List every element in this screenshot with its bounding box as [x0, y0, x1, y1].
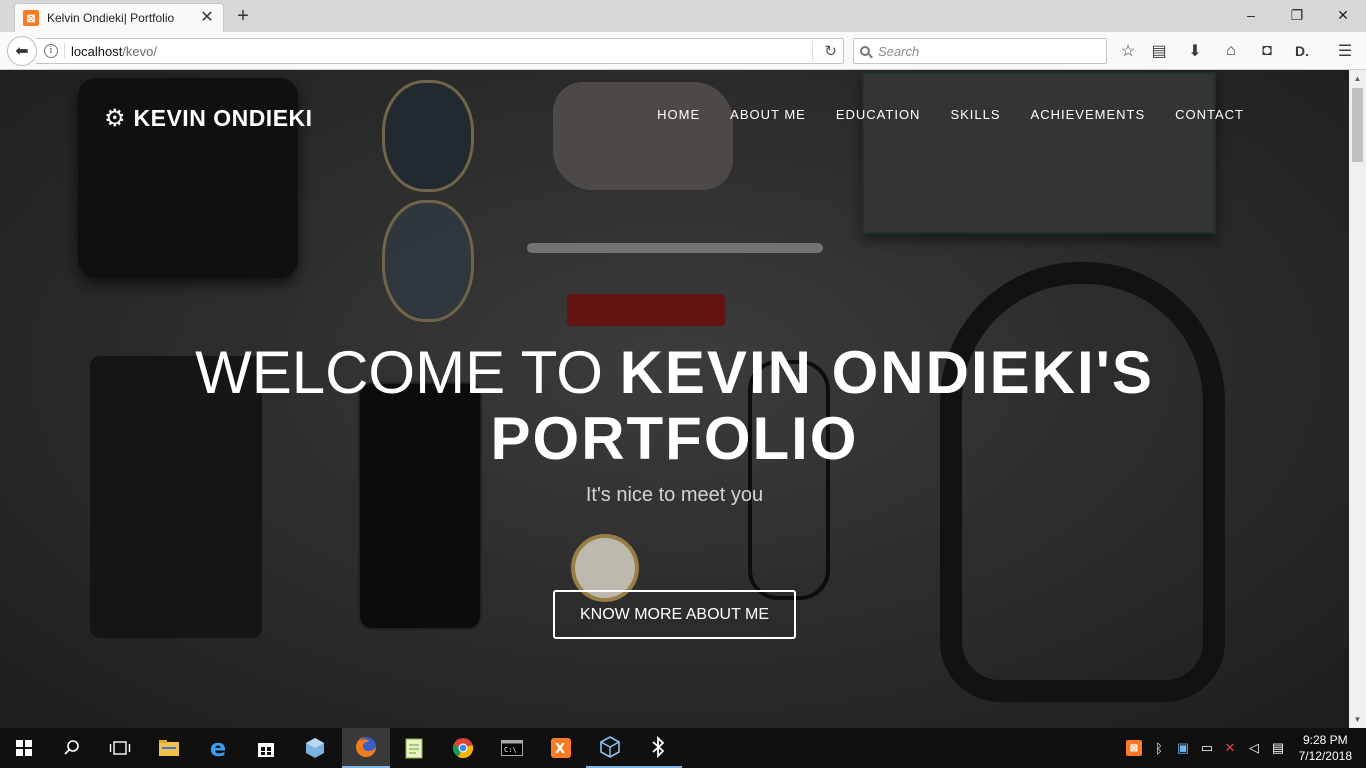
svg-text:C:\: C:\	[504, 746, 517, 754]
maximize-button[interactable]: ❐	[1274, 0, 1320, 30]
network-icon[interactable]: ✕	[1222, 740, 1238, 756]
notifications-icon[interactable]: ▤	[1270, 740, 1286, 756]
page-viewport: ⚙ KEVIN ONDIEKI HOME ABOUT ME EDUCATION …	[0, 70, 1349, 728]
bluetooth-tray-icon[interactable]: ᛒ	[1151, 740, 1167, 756]
svg-text:X: X	[555, 742, 565, 757]
scroll-up-icon[interactable]: ▲	[1349, 70, 1366, 87]
extension-icon[interactable]: D.	[1292, 41, 1312, 61]
battery-icon[interactable]: ▭	[1199, 740, 1215, 756]
hero-title-lead: WELCOME TO	[195, 339, 620, 406]
nav-home[interactable]: HOME	[657, 107, 700, 122]
virtualbox-manager-icon[interactable]	[586, 728, 634, 768]
gear-icon: ⚙	[104, 104, 126, 132]
tab-close-icon[interactable]: ✕	[199, 10, 215, 26]
download-icon[interactable]: ⬇	[1185, 41, 1205, 61]
cmd-icon[interactable]: C:\	[488, 728, 536, 768]
clock-date: 7/12/2018	[1298, 749, 1352, 763]
close-window-button[interactable]: ✕	[1320, 0, 1366, 30]
url-host: localhost	[71, 43, 123, 59]
search-placeholder: Search	[878, 43, 920, 59]
search-input[interactable]: Search	[853, 38, 1107, 64]
volume-mute-icon[interactable]: ◁	[1246, 740, 1262, 756]
url-bar[interactable]: i localhost /kevo/ ↻	[36, 38, 844, 64]
back-arrow-icon: ⬅	[15, 43, 29, 60]
nav-skills[interactable]: SKILLS	[950, 107, 1000, 122]
reading-list-icon[interactable]: ▤	[1149, 41, 1169, 61]
site-info-icon[interactable]: i	[44, 44, 58, 58]
hero-title-portfolio: PORTFOLIO	[490, 405, 859, 472]
hero-title: WELCOME TO KEVIN ONDIEKI'S PORTFOLIO	[0, 340, 1349, 472]
bookmark-star-icon[interactable]: ☆	[1118, 41, 1138, 61]
virtualbox-icon[interactable]	[291, 728, 339, 768]
notepad-plus-plus-icon[interactable]	[390, 728, 438, 768]
edge-icon[interactable]: e	[194, 728, 242, 768]
virtualbox-tray-icon[interactable]: ▣	[1175, 740, 1191, 756]
windows-start-icon[interactable]	[0, 728, 48, 768]
site-brand[interactable]: ⚙ KEVIN ONDIEKI	[104, 104, 313, 132]
url-path: /kevo/	[122, 43, 157, 59]
system-clock[interactable]: 9:28 PM 7/12/2018	[1299, 732, 1352, 764]
file-explorer-icon[interactable]	[145, 728, 193, 768]
xampp-icon[interactable]: X	[537, 728, 585, 768]
search-icon	[860, 46, 870, 56]
brand-name: KEVIN ONDIEKI	[133, 104, 313, 131]
task-view-icon[interactable]	[96, 728, 144, 768]
know-more-button[interactable]: KNOW MORE ABOUT ME	[553, 590, 796, 639]
scroll-thumb[interactable]	[1352, 88, 1363, 162]
minimize-button[interactable]: –	[1228, 0, 1274, 30]
hero-subtitle: It's nice to meet you	[585, 484, 764, 506]
taskbar: e C:\ X ⊠ ᛒ ▣ ▭ ✕ ◁ ▤ 9:28 PM 7/12/2018	[0, 728, 1366, 768]
tab-strip: ⊠ Kelvin Ondieki| Portfolio ✕ + – ❐ ✕	[0, 0, 1366, 32]
home-icon[interactable]: ⌂	[1221, 41, 1241, 61]
site-nav: HOME ABOUT ME EDUCATION SKILLS ACHIEVEME…	[627, 107, 1244, 122]
scroll-down-icon[interactable]: ▼	[1349, 711, 1366, 728]
back-button[interactable]: ⬅	[7, 36, 37, 66]
store-icon[interactable]	[242, 728, 290, 768]
nav-contact[interactable]: CONTACT	[1175, 107, 1244, 122]
clock-time: 9:28 PM	[1302, 733, 1348, 747]
chrome-icon[interactable]	[439, 728, 487, 768]
xampp-tray-icon[interactable]: ⊠	[1126, 740, 1142, 756]
search-icon[interactable]	[48, 728, 96, 768]
reload-icon[interactable]: ↻	[824, 42, 837, 60]
menu-icon[interactable]: ☰	[1335, 41, 1355, 61]
firefox-icon[interactable]	[342, 728, 390, 768]
nav-education[interactable]: EDUCATION	[836, 107, 921, 122]
nav-achievements[interactable]: ACHIEVEMENTS	[1031, 107, 1146, 122]
browser-tab[interactable]: ⊠ Kelvin Ondieki| Portfolio ✕	[14, 3, 224, 32]
nav-about-me[interactable]: ABOUT ME	[730, 107, 806, 122]
bluetooth-icon[interactable]	[634, 728, 682, 768]
tab-title: Kelvin Ondieki| Portfolio	[47, 11, 175, 25]
page-scrollbar[interactable]: ▲ ▼	[1349, 70, 1366, 728]
hero-title-name: KEVIN ONDIEKI'S	[619, 339, 1154, 406]
nav-toolbar: i localhost /kevo/ ↻ ⬅ Search ☆ ▤ ⬇ ⌂ ◘ …	[0, 32, 1366, 70]
pocket-icon[interactable]: ◘	[1257, 41, 1277, 61]
new-tab-button[interactable]: +	[232, 5, 254, 27]
xampp-icon: ⊠	[23, 10, 39, 26]
